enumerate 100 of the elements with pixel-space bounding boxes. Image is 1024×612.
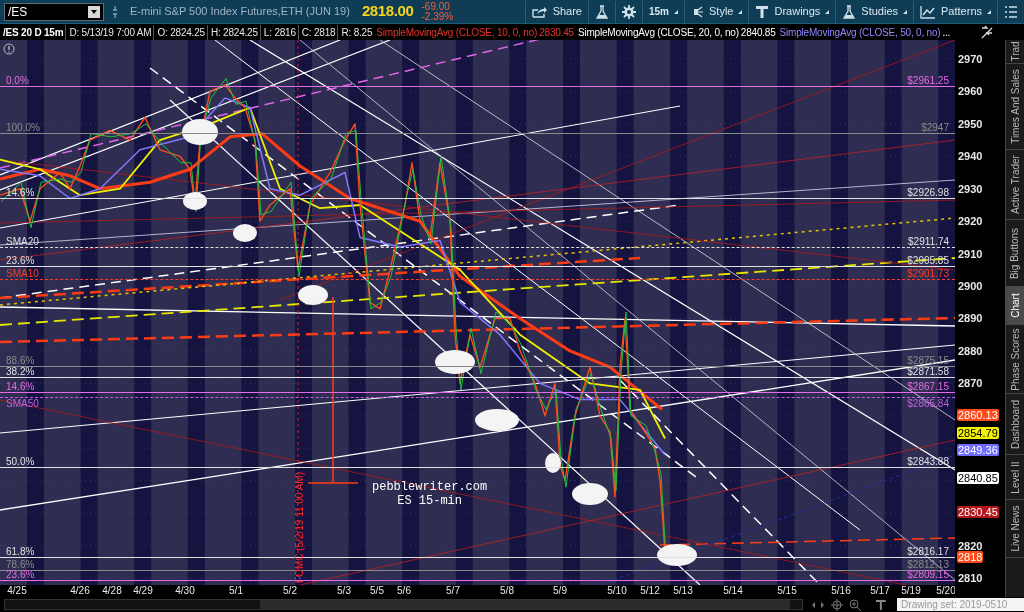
price-badge: 2830.45	[957, 505, 999, 518]
date-label: 4/29	[133, 585, 153, 597]
brush-icon	[691, 4, 704, 19]
study-value: 2840.85	[740, 25, 776, 40]
scroll-thumb[interactable]	[260, 600, 790, 609]
axis-value: 2970	[958, 53, 983, 65]
axis-value: 2880	[958, 344, 983, 357]
level-label: 61.8%	[6, 545, 35, 557]
level-price: $2947	[921, 121, 949, 133]
level-price: $2809.15	[907, 568, 949, 580]
ohlc-value: R: 8.25	[337, 24, 373, 40]
level-label: 14.6%	[6, 380, 35, 392]
date-label: 5/15	[777, 585, 797, 597]
style-button[interactable]: Style	[684, 0, 749, 23]
link-icon	[112, 4, 118, 19]
axis-value: 2890	[958, 312, 983, 325]
last-price: 2818.00	[361, 1, 414, 22]
price-badge: 2840.85	[957, 471, 999, 484]
highlight-ellipse	[657, 544, 697, 566]
alert-icon	[3, 43, 15, 55]
date-label: 5/16	[831, 585, 851, 597]
date-label: 5/2	[283, 585, 297, 597]
level-price: $2867.15	[907, 380, 949, 392]
axis-value: 2940	[958, 150, 983, 163]
ohlc-value: L: 2816	[259, 24, 296, 40]
level-label: 100.0%	[6, 121, 40, 133]
more-studies[interactable]: ...	[942, 24, 951, 40]
axis-value: 2820	[958, 539, 983, 552]
study-value: 2830.45	[539, 25, 574, 40]
collapse-icon	[980, 25, 994, 39]
date-label: 5/9	[553, 585, 567, 597]
date-label: 5/6	[397, 585, 411, 597]
price-change: -69.00	[421, 1, 451, 12]
level-label: 50.0%	[6, 456, 35, 468]
symbol-field[interactable]: /ES	[4, 2, 104, 21]
date-label: 4/28	[102, 585, 122, 597]
resize-icon	[811, 599, 826, 610]
share-icon	[531, 4, 548, 19]
dropdown-caret-icon	[90, 8, 98, 15]
sidebar-tab[interactable]: Trad	[1006, 40, 1024, 64]
patterns-button[interactable]: Patterns	[913, 0, 997, 23]
corner-caret-icon	[738, 9, 743, 14]
date-label: 4/25	[7, 585, 27, 597]
level-label: 23.6%	[6, 568, 35, 580]
axis-value: 2920	[958, 215, 983, 228]
plain-button[interactable]: 15m	[642, 0, 684, 23]
settings-icon	[622, 4, 636, 19]
level-price: $2961.25	[907, 75, 949, 87]
axis-value: 2910	[958, 247, 983, 260]
axis-value: 2960	[958, 85, 983, 98]
study-name: SimpleMovingAvg (CLOSE, 10, 0, no)	[375, 25, 538, 40]
level-price: $2901.73	[907, 268, 949, 280]
chart-title: /ES 20 D 15m	[3, 25, 64, 40]
level-price: $2875.15	[907, 354, 949, 366]
level-label: 38.2%	[6, 366, 35, 378]
highlight-ellipse	[475, 409, 519, 431]
axis-value: 2810	[958, 572, 983, 584]
price-badge: 2849.36	[957, 444, 999, 457]
sidebar-tab[interactable]: Phase Scores	[1006, 325, 1024, 394]
flask-icon	[842, 4, 857, 19]
level-price: $2911.74	[908, 235, 949, 247]
sidebar-tab[interactable]: Chart	[1006, 287, 1024, 325]
date-label: 5/19	[901, 585, 921, 597]
date-label: 5/17	[870, 585, 890, 597]
study-name: SimpleMovingAvg (CLOSE, 50, 0, no)	[778, 25, 941, 40]
level-label: SMA10	[6, 268, 39, 280]
studies-button[interactable]: Studies	[835, 0, 914, 23]
ohlc-value: H: 2824.25	[206, 24, 258, 40]
line-chart-icon	[920, 4, 937, 19]
axis-value: 2900	[958, 280, 983, 293]
chart-note: pebblewriter.com	[372, 480, 488, 494]
axis-value: 2930	[958, 182, 983, 195]
level-price: $2871.58	[907, 366, 949, 378]
price-badge: 2860.13	[957, 409, 999, 422]
date-label: 5/13	[673, 585, 693, 597]
corner-caret-icon	[987, 9, 991, 14]
drawings-button[interactable]: Drawings	[748, 0, 836, 23]
highlight-ellipse	[183, 192, 207, 210]
date-label: 4/30	[175, 585, 195, 597]
date-label: 5/8	[500, 585, 514, 597]
chart-note: ES 15-min	[397, 494, 462, 508]
share-button[interactable]: Share	[524, 0, 588, 23]
study-name: SimpleMovingAvg (CLOSE, 20, 0, no)	[576, 25, 739, 40]
instrument-description: E-mini S&P 500 Index Futures,ETH (JUN 19)	[130, 4, 350, 20]
date-label: 5/20	[936, 585, 956, 597]
menu-icon	[1004, 4, 1018, 19]
ohlc-value: D: 5/13/19 7:00 AM	[65, 24, 152, 40]
price-badge: 2854.79	[957, 426, 999, 439]
letter-t-icon	[755, 4, 770, 19]
date-label: 5/3	[337, 585, 351, 597]
date-label: 5/1	[229, 585, 243, 597]
corner-caret-icon	[674, 9, 678, 14]
scroll-bar[interactable]	[4, 599, 804, 610]
date-label: 5/10	[607, 585, 627, 597]
crosshair-icon	[831, 598, 844, 611]
date-label: 5/5	[370, 585, 384, 597]
highlight-ellipse	[545, 453, 561, 473]
event-label: FOMC (5/2/19 11:00 AM)	[293, 472, 306, 583]
date-label: 4/26	[70, 585, 90, 597]
highlight-ellipse	[182, 119, 218, 145]
